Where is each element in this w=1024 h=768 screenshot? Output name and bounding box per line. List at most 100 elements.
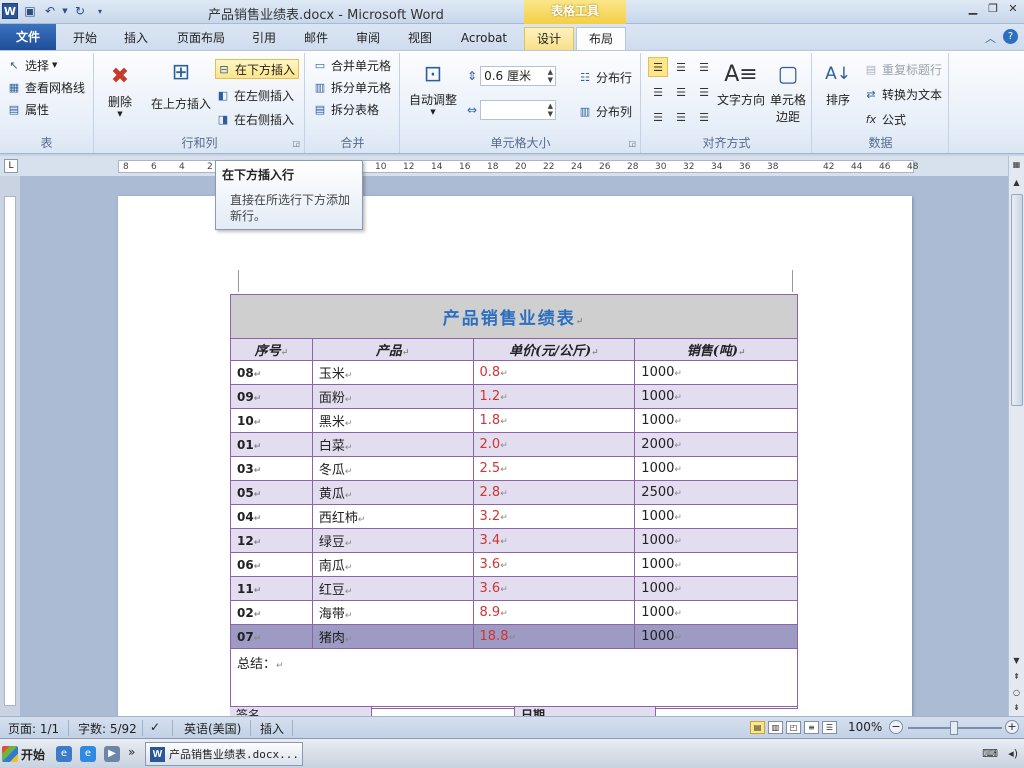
undo-icon[interactable]: ↶: [42, 3, 58, 19]
cell-id[interactable]: 09↵: [230, 384, 313, 409]
cell-product[interactable]: 冬瓜↵: [311, 456, 474, 481]
insert-left-button[interactable]: ◧ 在左侧插入: [215, 85, 294, 105]
full-screen-reading-icon[interactable]: ▥: [768, 721, 783, 734]
align-top-right-icon[interactable]: ☰: [694, 57, 714, 77]
cell-product[interactable]: 红豆↵: [311, 576, 474, 601]
table-row[interactable]: 12↵ 绿豆↵ 3.4↵ 1000↵: [230, 528, 798, 553]
cell-price[interactable]: 18.8↵: [472, 624, 636, 649]
header-product[interactable]: 产品↵: [311, 338, 474, 361]
word-count[interactable]: 字数: 5/92: [78, 720, 137, 737]
cell-sales[interactable]: 2000↵: [634, 432, 798, 457]
save-icon[interactable]: ▣: [22, 3, 38, 19]
previous-page-icon[interactable]: ⇞: [1009, 670, 1024, 684]
cell-id[interactable]: 11↵: [230, 576, 313, 601]
table-row[interactable]: 10↵ 黑米↵ 1.8↵ 1000↵: [230, 408, 798, 433]
cell-id[interactable]: 02↵: [230, 600, 313, 625]
tab-references[interactable]: 引用: [244, 27, 284, 50]
cell-sales[interactable]: 1000↵: [634, 408, 798, 433]
close-icon[interactable]: ✕: [1006, 2, 1020, 16]
cell-sales[interactable]: 2500↵: [634, 480, 798, 505]
redo-icon[interactable]: ↻: [72, 3, 88, 19]
outline-view-icon[interactable]: ≡: [804, 721, 819, 734]
sales-table[interactable]: 产品销售业绩表↵ 序号↵ 产品↵ 单价(元/公斤)↵ 销售(吨)↵ 08↵ 玉米↵…: [230, 294, 798, 709]
table-row[interactable]: 02↵ 海带↵ 8.9↵ 1000↵: [230, 600, 798, 625]
cell-margins-button[interactable]: ▢ 单元格 边距: [768, 57, 808, 125]
vertical-scrollbar[interactable]: ▦ ▲ ▼ ⇞ ○ ⇟: [1008, 156, 1024, 716]
table-row[interactable]: 08↵ 玉米↵ 0.8↵ 1000↵: [230, 360, 798, 385]
draft-view-icon[interactable]: ☰: [822, 721, 837, 734]
summary-cell[interactable]: 总结：↵: [230, 648, 798, 709]
start-button[interactable]: 开始: [2, 742, 50, 766]
align-middle-center-icon[interactable]: ☰: [671, 82, 691, 102]
align-middle-left-icon[interactable]: ☰: [648, 82, 668, 102]
tab-home[interactable]: 开始: [62, 27, 108, 50]
table-row[interactable]: 01↵ 白菜↵ 2.0↵ 2000↵: [230, 432, 798, 457]
align-bottom-left-icon[interactable]: ☰: [648, 107, 668, 127]
cell-product[interactable]: 绿豆↵: [311, 528, 474, 553]
ruler-toggle-icon[interactable]: ▦: [1009, 158, 1024, 172]
cell-product[interactable]: 海带↵: [311, 600, 474, 625]
date-label-cell[interactable]: 日期: [514, 707, 656, 716]
web-layout-icon[interactable]: ◰: [786, 721, 801, 734]
table-row[interactable]: 03↵ 冬瓜↵ 2.5↵ 1000↵: [230, 456, 798, 481]
tab-acrobat[interactable]: Acrobat: [452, 27, 516, 50]
cell-product[interactable]: 面粉↵: [311, 384, 474, 409]
split-cells-button[interactable]: ▥ 拆分单元格: [312, 77, 391, 97]
align-top-center-icon[interactable]: ☰: [671, 57, 691, 77]
cell-product[interactable]: 南瓜↵: [311, 552, 474, 577]
sign-label-cell[interactable]: 签名: [230, 707, 372, 716]
print-layout-icon[interactable]: ▤: [750, 721, 765, 734]
browse-object-icon[interactable]: ○: [1009, 686, 1024, 700]
cell-id[interactable]: 08↵: [230, 360, 313, 385]
tab-review[interactable]: 审阅: [348, 27, 388, 50]
cell-id[interactable]: 07↵: [230, 624, 313, 649]
tab-insert[interactable]: 插入: [114, 27, 158, 50]
minimize-icon[interactable]: ▁: [966, 2, 980, 16]
cell-product[interactable]: 玉米↵: [311, 360, 474, 385]
tab-page-layout[interactable]: 页面布局: [168, 27, 234, 50]
word-app-icon[interactable]: W: [2, 3, 18, 19]
customize-qat-icon[interactable]: ▾: [92, 3, 108, 19]
column-width-input[interactable]: ▲ ▼: [480, 100, 557, 120]
cell-price[interactable]: 3.4↵: [472, 528, 636, 553]
cell-sales[interactable]: 1000↵: [634, 552, 798, 577]
tab-view[interactable]: 视图: [400, 27, 440, 50]
tab-design[interactable]: 设计: [524, 27, 574, 50]
taskbar-word-document[interactable]: W 产品销售业绩表.docx...: [145, 742, 303, 766]
select-button[interactable]: ↖ 选择 ▼: [6, 55, 57, 75]
align-bottom-right-icon[interactable]: ☰: [694, 107, 714, 127]
volume-tray-icon[interactable]: ◂): [1008, 747, 1018, 760]
split-table-button[interactable]: ▤ 拆分表格: [312, 99, 379, 119]
scrollbar-thumb[interactable]: [1011, 194, 1023, 406]
table-row[interactable]: 06↵ 南瓜↵ 3.6↵ 1000↵: [230, 552, 798, 577]
cell-price[interactable]: 2.0↵: [472, 432, 636, 457]
insert-below-button[interactable]: ⊟ 在下方插入: [215, 59, 300, 79]
tab-selector-icon[interactable]: L: [4, 159, 18, 173]
view-gridlines-button[interactable]: ▦ 查看网格线: [6, 77, 85, 97]
zoom-level[interactable]: 100%: [848, 720, 882, 734]
table-row[interactable]: 04↵ 西红柿↵ 3.2↵ 1000↵: [230, 504, 798, 529]
cell-price[interactable]: 3.6↵: [472, 552, 636, 577]
cell-id[interactable]: 04↵: [230, 504, 313, 529]
cell-sales[interactable]: 1000↵: [634, 528, 798, 553]
row-height-input[interactable]: 0.6 厘米 ▲ ▼: [480, 66, 557, 86]
language-indicator[interactable]: 英语(美国): [184, 720, 241, 737]
cell-price[interactable]: 8.9↵: [472, 600, 636, 625]
header-sales[interactable]: 销售(吨)↵: [634, 338, 798, 361]
tab-file[interactable]: 文件: [0, 24, 56, 50]
cell-sales[interactable]: 1000↵: [634, 360, 798, 385]
taskbar-overflow-icon[interactable]: »: [128, 745, 135, 759]
align-bottom-center-icon[interactable]: ☰: [671, 107, 691, 127]
media-player-icon[interactable]: ▶: [104, 746, 120, 762]
cell-sales[interactable]: 1000↵: [634, 624, 798, 649]
distribute-columns-button[interactable]: ▥ 分布列: [577, 101, 632, 121]
proofing-icon[interactable]: ✓: [150, 720, 160, 734]
cell-product[interactable]: 白菜↵: [311, 432, 474, 457]
table-row[interactable]: 09↵ 面粉↵ 1.2↵ 1000↵: [230, 384, 798, 409]
insert-mode[interactable]: 插入: [260, 720, 284, 737]
minimize-ribbon-icon[interactable]: ︿: [985, 30, 996, 46]
cell-id[interactable]: 10↵: [230, 408, 313, 433]
cell-sales[interactable]: 1000↵: [634, 600, 798, 625]
spinner-arrows-icon[interactable]: ▲ ▼: [548, 68, 553, 84]
convert-to-text-button[interactable]: ⇄ 转换为文本: [863, 84, 942, 104]
